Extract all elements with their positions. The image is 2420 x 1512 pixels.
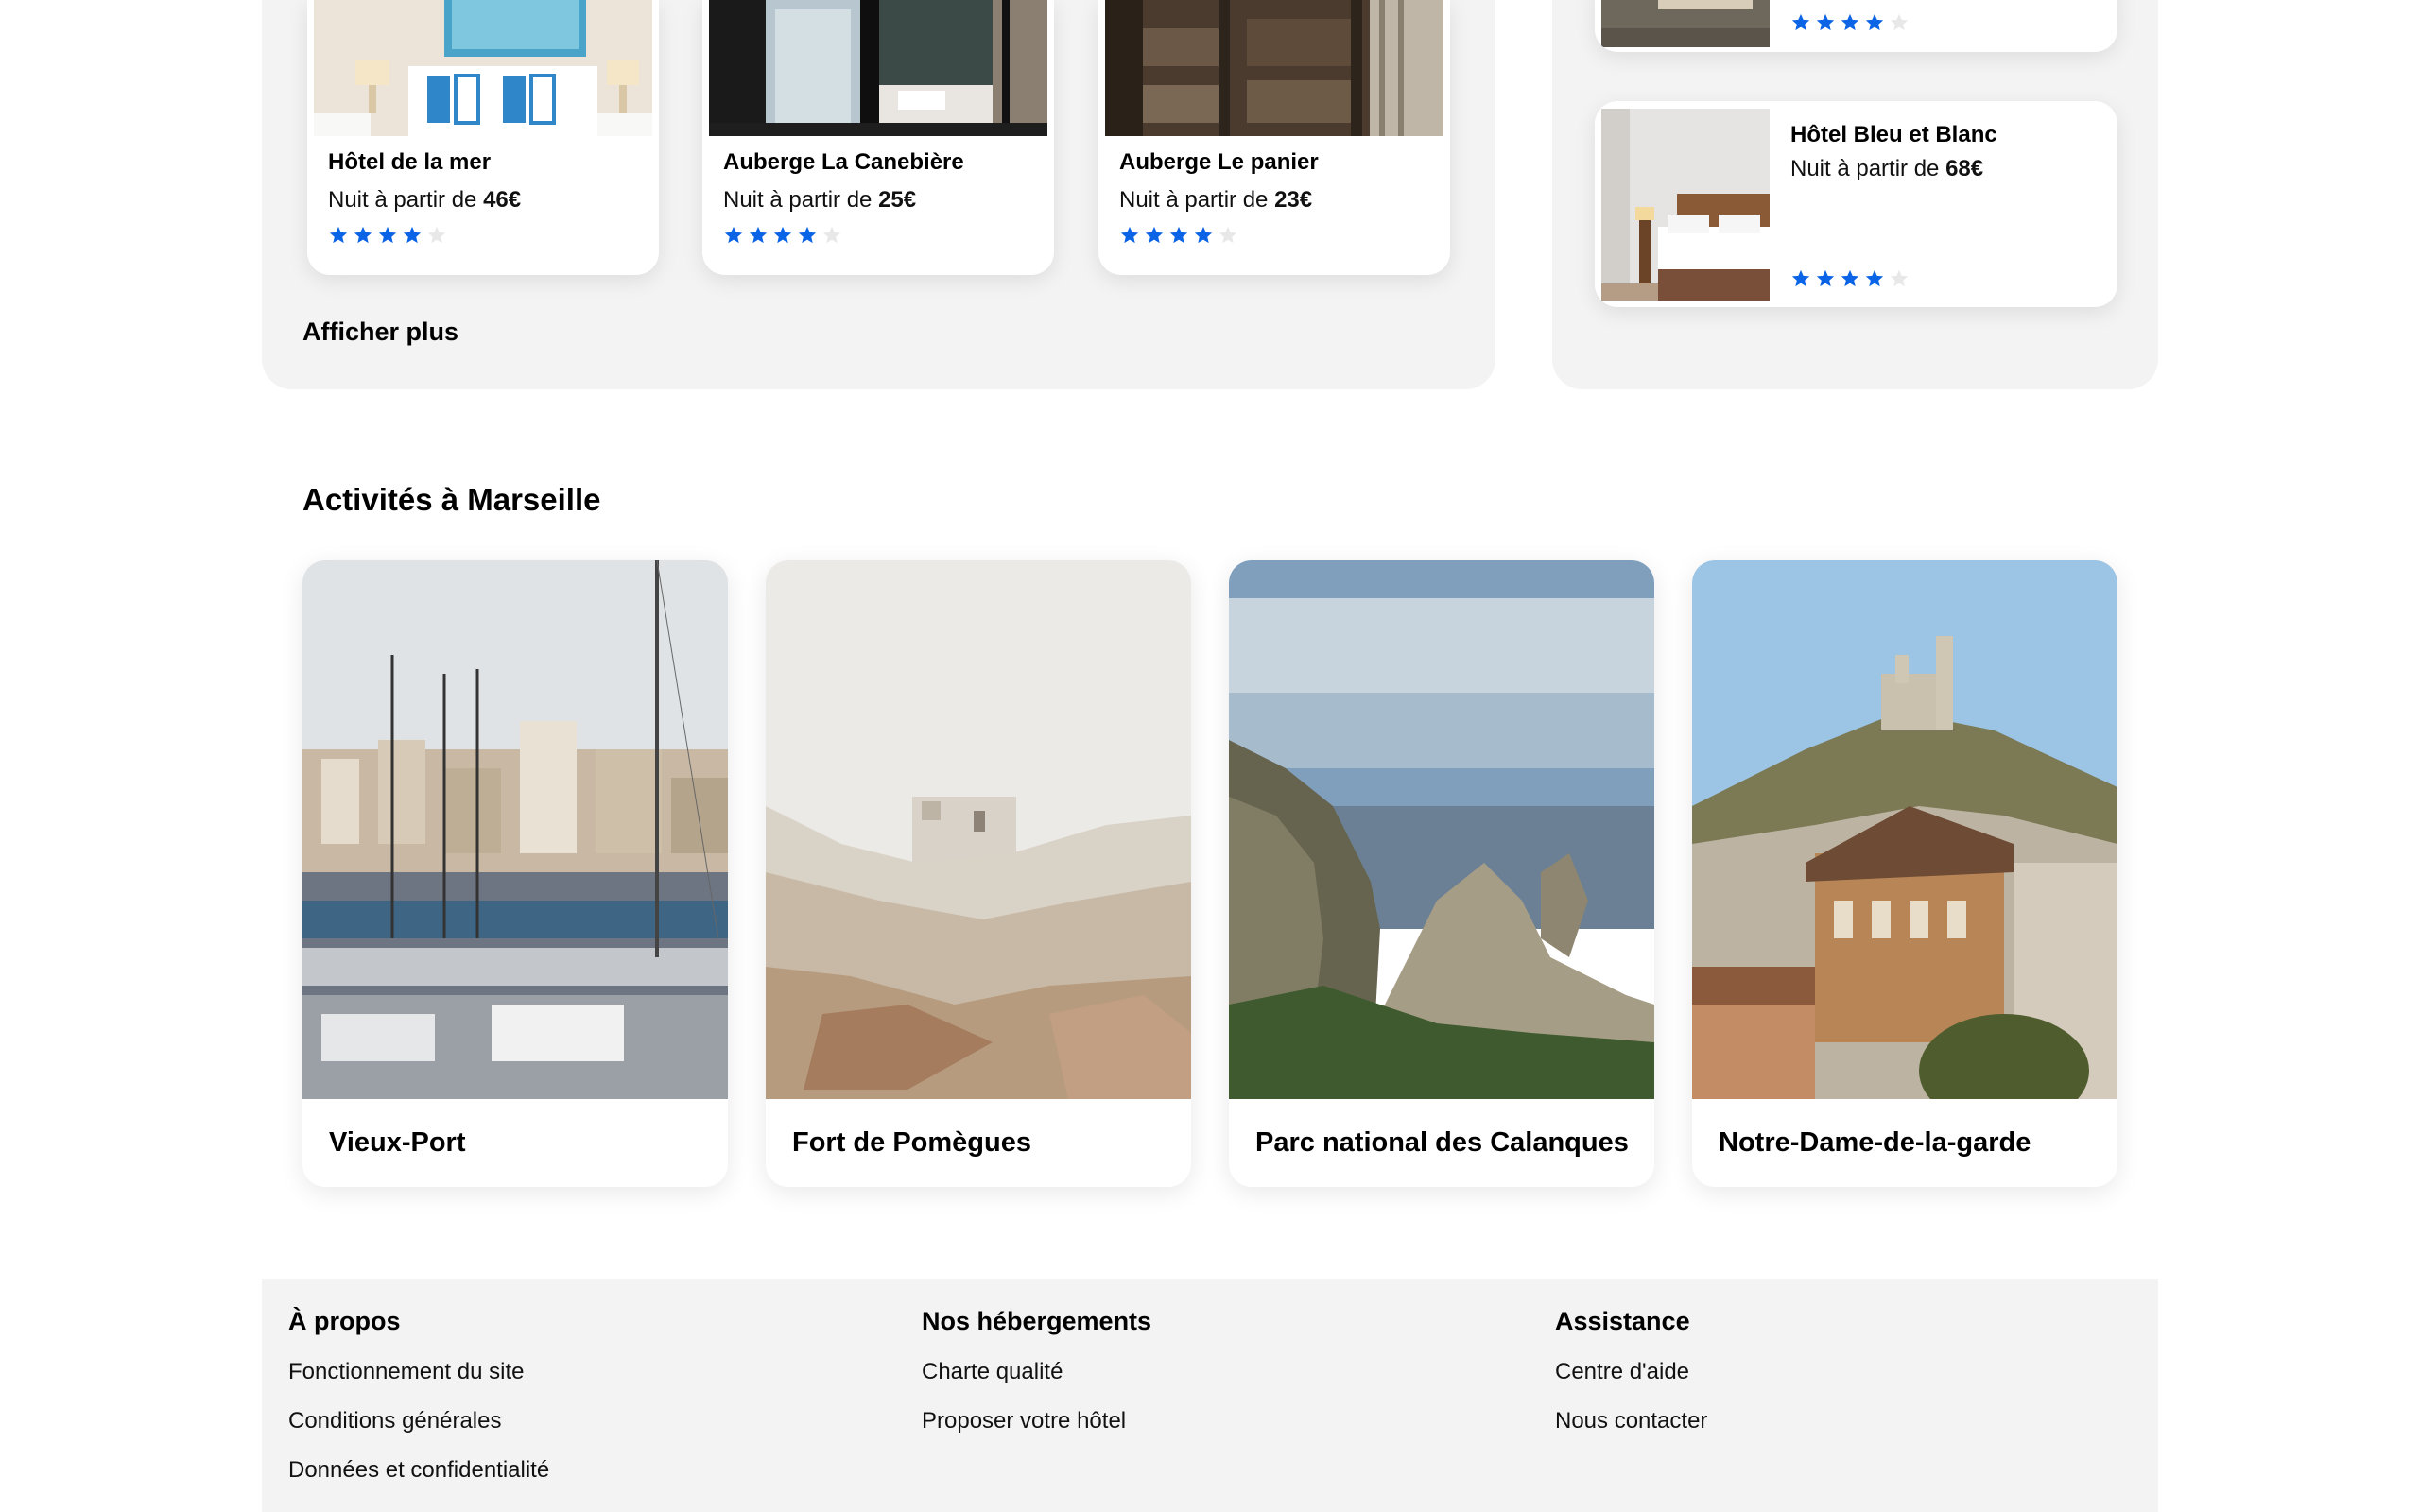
hotel-name: Auberge La Canebière bbox=[723, 149, 964, 175]
star-icon bbox=[1890, 13, 1909, 31]
star-icon bbox=[822, 226, 841, 244]
star-icon bbox=[1890, 269, 1909, 287]
star-icon bbox=[1816, 269, 1835, 287]
show-more-link[interactable]: Afficher plus bbox=[302, 318, 458, 347]
footer-column-about: À propos Fonctionnement du site Conditio… bbox=[288, 1307, 549, 1506]
hotel-name: Hôtel de la mer bbox=[328, 149, 492, 175]
footer-link[interactable]: Fonctionnement du site bbox=[288, 1359, 549, 1408]
footer-heading: Assistance bbox=[1555, 1307, 1690, 1335]
star-icon bbox=[1865, 269, 1884, 287]
rating-stars bbox=[1790, 268, 1910, 289]
hotel-photo-bunk-room bbox=[709, 0, 1047, 136]
star-icon bbox=[1791, 13, 1810, 31]
hotel-photo-double-bed bbox=[1601, 109, 1770, 301]
star-icon bbox=[403, 226, 422, 244]
activity-label: Fort de Pomègues bbox=[792, 1127, 1031, 1158]
activity-label: Vieux-Port bbox=[329, 1127, 466, 1158]
star-icon bbox=[354, 226, 372, 244]
star-icon bbox=[329, 226, 348, 244]
activities-title: Activités à Marseille bbox=[302, 482, 601, 517]
star-icon bbox=[1816, 13, 1835, 31]
star-icon bbox=[1791, 269, 1810, 287]
footer-link[interactable]: Centre d'aide bbox=[1555, 1359, 1707, 1408]
star-icon bbox=[724, 226, 743, 244]
footer-heading: Nos hébergements bbox=[922, 1307, 1152, 1335]
footer-column-help: Assistance Centre d'aide Nous contacter bbox=[1555, 1307, 1707, 1457]
activity-label: Parc national des Calanques bbox=[1255, 1127, 1629, 1158]
hotel-photo-partial bbox=[1601, 0, 1770, 47]
star-icon bbox=[1194, 226, 1213, 244]
rating-stars bbox=[1119, 225, 1238, 246]
activity-photo-calanques bbox=[1229, 560, 1654, 1099]
star-icon bbox=[798, 226, 817, 244]
rating-stars bbox=[328, 225, 447, 246]
hotel-name: Auberge Le panier bbox=[1119, 149, 1319, 175]
footer-link[interactable]: Nous contacter bbox=[1555, 1408, 1707, 1457]
activity-card[interactable]: Fort de Pomègues bbox=[766, 560, 1191, 1187]
footer-heading: À propos bbox=[288, 1307, 401, 1335]
star-icon bbox=[427, 226, 446, 244]
footer-link[interactable]: Charte qualité bbox=[922, 1359, 1151, 1408]
footer-link[interactable]: Données et confidentialité bbox=[288, 1457, 549, 1506]
activity-photo-fort bbox=[766, 560, 1191, 1099]
hotel-card[interactable]: Auberge Le panier Nuit à partir de 23€ bbox=[1098, 0, 1450, 275]
star-icon bbox=[1219, 226, 1237, 244]
activity-photo-basilica bbox=[1692, 560, 2118, 1099]
hotel-card[interactable]: Auberge La Canebière Nuit à partir de 25… bbox=[702, 0, 1054, 275]
hotel-price: Nuit à partir de 23€ bbox=[1119, 187, 1313, 213]
footer-link[interactable]: Proposer votre hôtel bbox=[922, 1408, 1151, 1457]
star-icon bbox=[1865, 13, 1884, 31]
rating-stars bbox=[1790, 12, 1910, 33]
footer-link[interactable]: Conditions générales bbox=[288, 1408, 549, 1457]
activity-card[interactable]: Parc national des Calanques bbox=[1229, 560, 1654, 1187]
hotel-photo-bedroom-sea bbox=[314, 0, 652, 136]
hotel-card[interactable]: Hôtel de la mer Nuit à partir de 46€ bbox=[307, 0, 659, 275]
star-icon bbox=[773, 226, 792, 244]
star-icon bbox=[1841, 13, 1859, 31]
footer-column-lodging: Nos hébergements Charte qualité Proposer… bbox=[922, 1307, 1151, 1457]
star-icon bbox=[1120, 226, 1139, 244]
star-icon bbox=[749, 226, 768, 244]
hotel-price: Nuit à partir de 46€ bbox=[328, 187, 522, 213]
star-icon bbox=[1145, 226, 1164, 244]
rating-stars bbox=[723, 225, 842, 246]
activity-card[interactable]: Notre-Dame-de-la-garde bbox=[1692, 560, 2118, 1187]
hotel-name: Hôtel Bleu et Blanc bbox=[1790, 122, 1997, 147]
hotel-photo-wooden-bunks bbox=[1105, 0, 1443, 136]
hotel-price: Nuit à partir de 68€ bbox=[1790, 156, 1984, 181]
star-icon bbox=[1841, 269, 1859, 287]
side-hotel-card[interactable] bbox=[1595, 0, 2118, 52]
footer: À propos Fonctionnement du site Conditio… bbox=[262, 1279, 2158, 1512]
activity-card[interactable]: Vieux-Port bbox=[302, 560, 728, 1187]
side-hotel-card[interactable]: Hôtel Bleu et Blanc Nuit à partir de 68€ bbox=[1595, 101, 2118, 307]
activity-photo-harbor bbox=[302, 560, 728, 1099]
star-icon bbox=[1169, 226, 1188, 244]
star-icon bbox=[378, 226, 397, 244]
activity-label: Notre-Dame-de-la-garde bbox=[1719, 1127, 2031, 1158]
hotel-price: Nuit à partir de 25€ bbox=[723, 187, 917, 213]
